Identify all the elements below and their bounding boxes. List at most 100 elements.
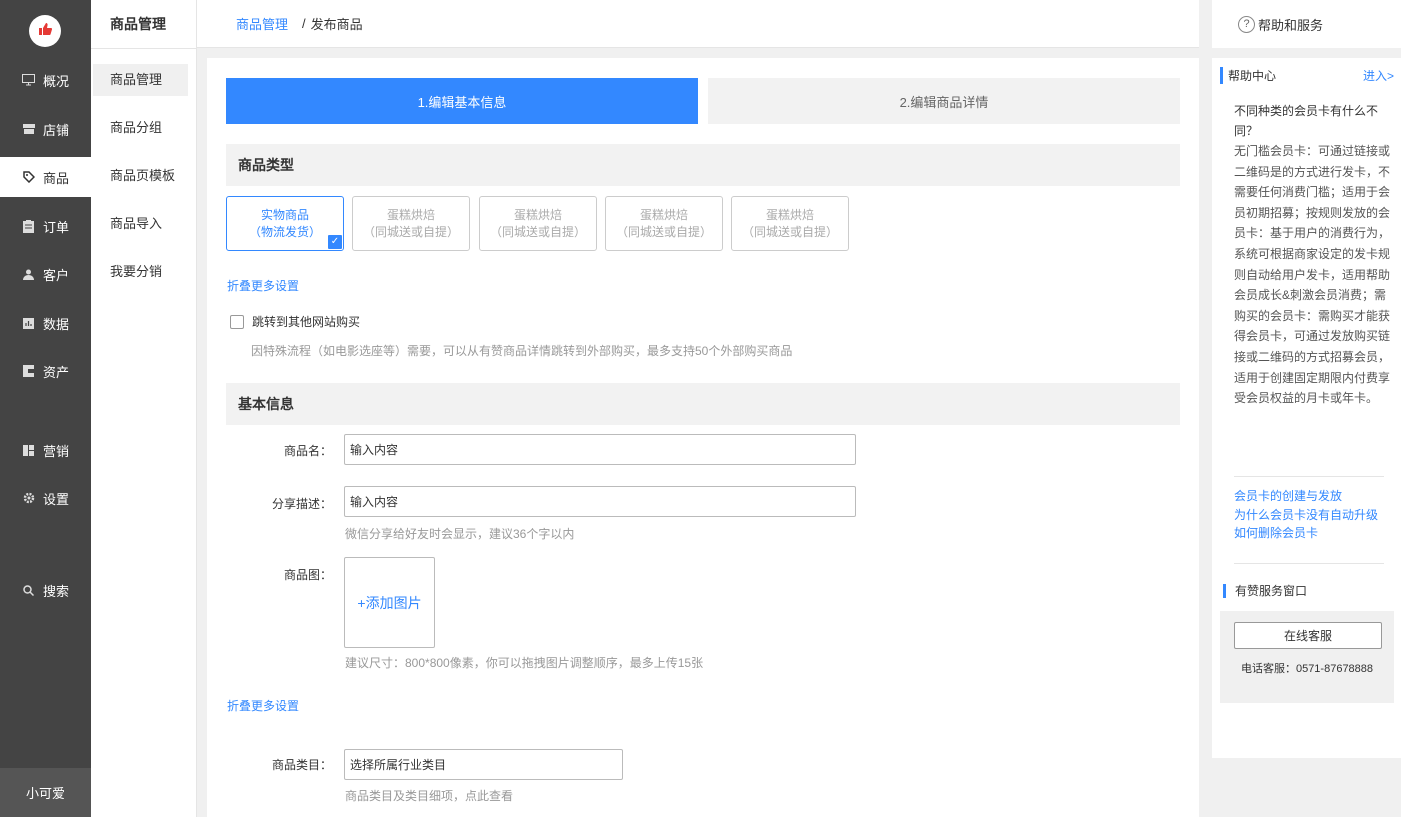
product-type-name: 实物商品 bbox=[260, 207, 309, 222]
nav-item-label: 营销 bbox=[43, 443, 70, 459]
breadcrumb: 商品管理 / 发布商品 bbox=[197, 0, 1199, 48]
user-icon bbox=[22, 268, 35, 281]
sub-nav-item-import[interactable]: 商品导入 bbox=[91, 208, 196, 240]
help-header-title: 帮助和服务 bbox=[1258, 17, 1324, 33]
divider bbox=[1234, 563, 1384, 564]
help-center-title: 帮助中心 bbox=[1220, 66, 1276, 84]
share-description-hint: 微信分享给好友时会显示，建议36个字以内 bbox=[345, 527, 575, 541]
user-name[interactable]: 小可爱 bbox=[0, 768, 91, 817]
support-phone: 电话客服：0571-87678888 bbox=[1240, 663, 1374, 675]
product-name-label: 商品名： bbox=[283, 444, 332, 458]
product-name-input[interactable] bbox=[344, 434, 856, 465]
section-heading-basic-info: 基本信息 bbox=[226, 383, 1180, 425]
help-center-header: 帮助中心 进入> bbox=[1220, 66, 1394, 84]
divider bbox=[1234, 476, 1384, 477]
product-type-card-bakery[interactable]: 蛋糕烘焙 （同城送或自提） bbox=[352, 196, 470, 251]
external-purchase-label: 跳转到其他网站购买 bbox=[252, 315, 361, 329]
main-content: 1.编辑基本信息 2.编辑商品详情 商品类型 实物商品 （物流发货） ✓ 蛋糕烘… bbox=[207, 58, 1199, 817]
help-panel: 帮助中心 进入> 不同种类的会员卡有什么不同？ 无门槛会员卡：可通过链接或二维码… bbox=[1212, 58, 1401, 758]
nav-item-label: 搜索 bbox=[43, 583, 70, 599]
sub-nav-item-distribution[interactable]: 我要分销 bbox=[91, 256, 196, 288]
monitor-icon bbox=[22, 74, 35, 87]
breadcrumb-current: 发布商品 bbox=[310, 17, 363, 32]
sub-nav-item-page-templates[interactable]: 商品页模板 bbox=[91, 160, 196, 192]
help-header: ? 帮助和服务 bbox=[1212, 0, 1401, 48]
step-tabs: 1.编辑基本信息 2.编辑商品详情 bbox=[226, 78, 1180, 124]
sub-nav-title: 商品管理 bbox=[91, 0, 196, 49]
help-link[interactable]: 会员卡的创建与发放 bbox=[1234, 487, 1378, 506]
help-answer: 无门槛会员卡：可通过链接或二维码是的方式进行发卡，不需要任何消费门槛；适用于会员… bbox=[1234, 144, 1391, 406]
nav-item-customers[interactable]: 客户 bbox=[0, 254, 91, 294]
step-tab-details[interactable]: 2.编辑商品详情 bbox=[708, 78, 1180, 124]
help-links: 会员卡的创建与发放 为什么会员卡没有自动升级 如何删除会员卡 bbox=[1234, 487, 1378, 543]
nav-item-label: 设置 bbox=[43, 491, 70, 507]
product-type-card-bakery[interactable]: 蛋糕烘焙 （同城送或自提） bbox=[731, 196, 849, 251]
nav-item-label: 订单 bbox=[43, 219, 70, 235]
help-center-enter-link[interactable]: 进入> bbox=[1363, 67, 1394, 84]
share-description-input[interactable] bbox=[344, 486, 856, 517]
product-type-desc: （同城送或自提） bbox=[615, 224, 712, 239]
thumbs-up-icon bbox=[37, 21, 53, 41]
collapse-settings-link[interactable]: 折叠更多设置 bbox=[227, 697, 299, 714]
wallet-icon bbox=[22, 365, 35, 378]
nav-item-label: 客户 bbox=[43, 267, 70, 283]
product-type-card-bakery[interactable]: 蛋糕烘焙 （同城送或自提） bbox=[479, 196, 597, 251]
category-hint: 商品类目及类目细项，点此查看 bbox=[345, 789, 514, 803]
online-support-button[interactable]: 在线客服 bbox=[1234, 622, 1382, 649]
nav-item-label: 店铺 bbox=[43, 122, 70, 138]
product-type-name: 蛋糕烘焙 bbox=[513, 207, 562, 222]
external-purchase-checkbox[interactable] bbox=[230, 314, 244, 329]
nav-item-label: 商品 bbox=[43, 170, 70, 186]
nav-item-store[interactable]: 店铺 bbox=[0, 109, 91, 149]
service-window-title: 有赞服务窗口 bbox=[1223, 584, 1307, 598]
breadcrumb-parent-link[interactable]: 商品管理 bbox=[236, 14, 288, 33]
nav-item-search[interactable]: 搜索 bbox=[0, 570, 91, 610]
help-link[interactable]: 为什么会员卡没有自动升级 bbox=[1234, 506, 1378, 525]
category-label: 商品类目： bbox=[271, 758, 332, 772]
question-icon: ? bbox=[1238, 15, 1255, 33]
share-description-label: 分享描述： bbox=[271, 497, 332, 511]
category-select[interactable] bbox=[344, 749, 623, 780]
nav-item-products[interactable]: 商品 bbox=[0, 157, 91, 197]
product-type-desc: （同城送或自提） bbox=[741, 224, 838, 239]
step-tab-basic-info[interactable]: 1.编辑基本信息 bbox=[226, 78, 698, 124]
nav-item-data[interactable]: 数据 bbox=[0, 303, 91, 343]
sub-nav-item-product-management[interactable]: 商品管理 bbox=[93, 64, 188, 96]
product-image-label: 商品图： bbox=[283, 568, 332, 582]
nav-item-overview[interactable]: 概况 bbox=[0, 60, 91, 100]
breadcrumb-separator: / bbox=[302, 16, 306, 31]
external-purchase-option[interactable]: 跳转到其他网站购买 bbox=[230, 313, 360, 330]
nav-item-assets[interactable]: 资产 bbox=[0, 351, 91, 391]
product-type-card-bakery[interactable]: 蛋糕烘焙 （同城送或自提） bbox=[605, 196, 723, 251]
chart-icon bbox=[22, 317, 35, 330]
nav-item-label: 数据 bbox=[43, 316, 70, 332]
sub-nav: 商品管理 商品管理 商品分组 商品页模板 商品导入 我要分销 bbox=[91, 0, 197, 817]
checkmark-icon: ✓ bbox=[328, 235, 342, 249]
grid-icon bbox=[22, 444, 35, 457]
tag-icon bbox=[22, 171, 35, 184]
store-icon bbox=[22, 123, 35, 136]
collapse-settings-link[interactable]: 折叠更多设置 bbox=[227, 277, 299, 294]
product-type-desc: （同城送或自提） bbox=[489, 224, 586, 239]
nav-item-label: 概况 bbox=[43, 73, 70, 89]
nav-item-settings[interactable]: 设置 bbox=[0, 478, 91, 518]
product-type-card-physical[interactable]: 实物商品 （物流发货） ✓ bbox=[226, 196, 344, 251]
product-type-name: 蛋糕烘焙 bbox=[765, 207, 814, 222]
nav-item-orders[interactable]: 订单 bbox=[0, 206, 91, 246]
gear-icon bbox=[22, 492, 35, 505]
product-type-desc: （物流发货） bbox=[248, 224, 321, 239]
product-image-hint: 建议尺寸：800*800像素，你可以拖拽图片调整顺序，最多上传15张 bbox=[345, 656, 704, 670]
search-icon bbox=[22, 584, 35, 597]
product-type-name: 蛋糕烘焙 bbox=[639, 207, 688, 222]
sub-nav-item-product-groups[interactable]: 商品分组 bbox=[91, 112, 196, 144]
service-box: 在线客服 电话客服：0571-87678888 bbox=[1220, 611, 1394, 703]
logo[interactable] bbox=[29, 15, 61, 47]
nav-item-marketing[interactable]: 营销 bbox=[0, 430, 91, 470]
product-type-name: 蛋糕烘焙 bbox=[386, 207, 435, 222]
help-link[interactable]: 如何删除会员卡 bbox=[1234, 524, 1378, 543]
product-type-desc: （同城送或自提） bbox=[362, 224, 459, 239]
add-image-button[interactable]: +添加图片 bbox=[344, 557, 435, 648]
nav-item-label: 资产 bbox=[43, 364, 70, 380]
clipboard-icon bbox=[22, 219, 35, 233]
external-purchase-hint: 因特殊流程（如电影选座等）需要，可以从有赞商品详情跳转到外部购买，最多支持50个… bbox=[251, 344, 793, 358]
